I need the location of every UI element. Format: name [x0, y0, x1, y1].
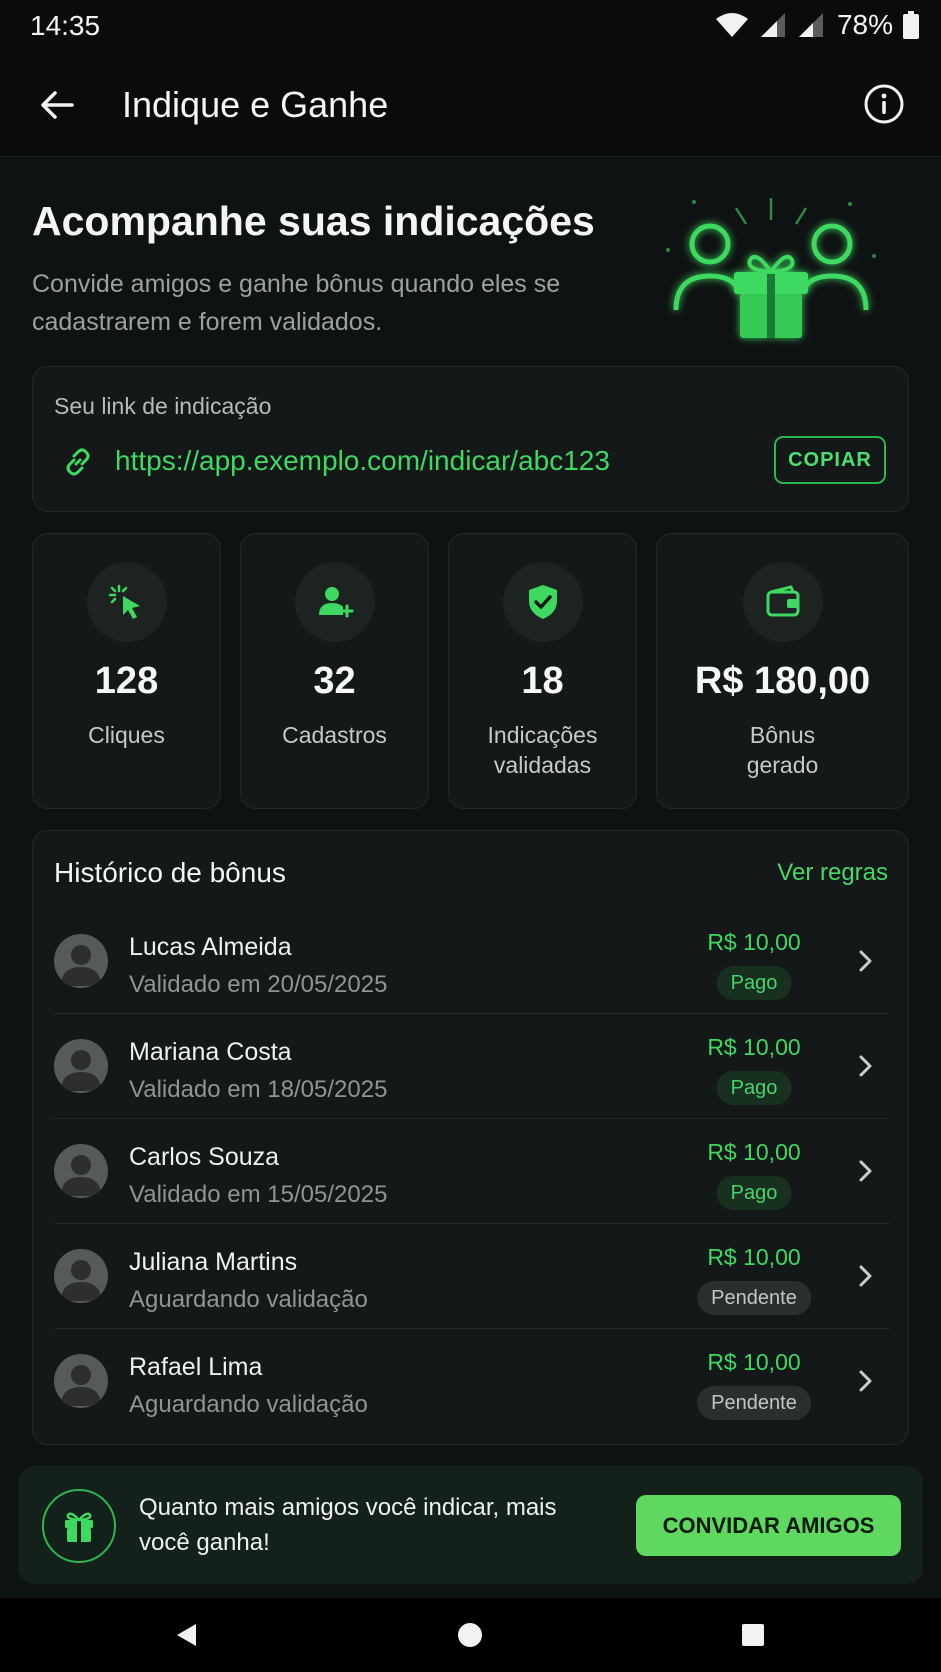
battery-percent: 78%: [836, 9, 893, 40]
referral-link-card: Seu link de indicação https://app.exempl…: [32, 366, 909, 512]
stat-icon-badge: [742, 562, 823, 642]
stat-label: Bônus gerado: [746, 722, 819, 778]
referral-link-label: Seu link de indicação: [54, 393, 272, 419]
nav-back-icon[interactable]: [170, 1618, 204, 1652]
status-wrap: Pendente: [694, 1329, 814, 1434]
stat-icon-badge: [86, 562, 167, 642]
history-row[interactable]: Lucas Almeida Validado em 20/05/2025 R$ …: [54, 909, 889, 1014]
history-name: Lucas Almeida: [129, 933, 292, 961]
avatar: [54, 934, 108, 988]
stat-card-signups: 32 Cadastros: [240, 533, 429, 809]
user-add-icon: [318, 587, 353, 618]
status-bar: 14:35 78%: [0, 0, 941, 52]
status-wrap: Pendente: [694, 1224, 814, 1329]
stat-value: R$ 180,00: [694, 660, 871, 702]
user-icon: [61, 1365, 101, 1406]
chevron-right-icon: [859, 950, 872, 972]
referral-gift-illustration: [666, 198, 876, 338]
status-badge: Pendente: [697, 1386, 811, 1420]
arrow-left-icon: [41, 91, 74, 119]
status-wrap: Pago: [694, 1119, 814, 1224]
stat-icon-badge: [502, 562, 583, 642]
history-name: Mariana Costa: [129, 1038, 292, 1066]
history-row[interactable]: Rafael Lima Aguardando validação R$ 10,0…: [54, 1329, 889, 1434]
stat-label: Cliques: [88, 722, 165, 748]
battery-icon: [903, 11, 919, 39]
nav-recents-icon[interactable]: [736, 1618, 770, 1652]
signal-icon-2: [798, 13, 823, 37]
chevron-right-icon: [859, 1370, 872, 1392]
stat-card-clicks: 128 Cliques: [32, 533, 221, 809]
stat-label: Cadastros: [282, 722, 387, 748]
stat-value: 18: [521, 660, 564, 702]
nav-home-icon[interactable]: [453, 1618, 487, 1652]
copy-link-button[interactable]: COPIAR: [774, 436, 886, 484]
back-button[interactable]: [34, 82, 80, 128]
shield-check-icon: [528, 585, 557, 619]
hero-title: Acompanhe suas indicações: [32, 198, 595, 244]
chevron-right-icon: [859, 1055, 872, 1077]
stat-card-validated: 18 Indicações validadas: [448, 533, 637, 809]
user-icon: [61, 1260, 101, 1301]
invite-banner: Quanto mais amigos você indicar, mais vo…: [18, 1466, 923, 1584]
status-badge: Pago: [716, 1176, 792, 1210]
history-row[interactable]: Carlos Souza Validado em 15/05/2025 R$ 1…: [54, 1119, 889, 1224]
history-subtitle: Validado em 20/05/2025: [129, 971, 388, 998]
history-name: Juliana Martins: [129, 1248, 298, 1276]
info-button[interactable]: [861, 81, 907, 127]
avatar: [54, 1039, 108, 1093]
status-time: 14:35: [30, 10, 101, 41]
referral-link-url[interactable]: https://app.exemplo.com/indicar/abc123: [115, 445, 610, 477]
status-wrap: Pago: [694, 909, 814, 1014]
status-badge: Pago: [716, 1071, 792, 1105]
avatar: [54, 1144, 108, 1198]
chevron-right-icon: [859, 1160, 872, 1182]
stat-value: 32: [313, 660, 356, 702]
info-icon: [864, 84, 904, 124]
status-badge: Pendente: [697, 1281, 811, 1315]
avatar: [54, 1354, 108, 1408]
stat-label: Indicações validadas: [487, 722, 598, 778]
user-icon: [61, 1155, 101, 1196]
history-name: Rafael Lima: [129, 1353, 263, 1381]
page-title: Indique e Ganhe: [122, 84, 389, 125]
cursor-click-icon: [108, 584, 140, 619]
status-icons: 78%: [715, 9, 919, 41]
gift-icon: [65, 1512, 93, 1542]
link-icon: [66, 448, 90, 476]
view-rules-link[interactable]: Ver regras: [777, 859, 888, 887]
history-subtitle: Aguardando validação: [129, 1286, 368, 1313]
history-subtitle: Validado em 18/05/2025: [129, 1076, 388, 1103]
history-subtitle: Aguardando validação: [129, 1391, 368, 1418]
banner-text: Quanto mais amigos você indicar, mais vo…: [139, 1494, 557, 1556]
screen: 14:35 78% Indique e Ganhe Acompanhe suas…: [0, 0, 941, 1672]
user-icon: [61, 1050, 101, 1091]
bonus-history-card: Histórico de bônus Ver regras Lucas Alme…: [32, 830, 909, 1445]
gift-badge: [42, 1489, 116, 1563]
system-nav-bar: [0, 1598, 941, 1672]
stat-card-bonus: R$ 180,00 Bônus gerado: [656, 533, 909, 809]
avatar: [54, 1249, 108, 1303]
history-row[interactable]: Mariana Costa Validado em 18/05/2025 R$ …: [54, 1014, 889, 1119]
invite-friends-button[interactable]: CONVIDAR AMIGOS: [636, 1495, 901, 1556]
history-subtitle: Validado em 15/05/2025: [129, 1181, 388, 1208]
hero-subtitle: Convide amigos e ganhe bônus quando eles…: [32, 270, 561, 336]
stat-icon-badge: [294, 562, 375, 642]
wifi-icon: [715, 13, 748, 37]
signal-icon: [760, 13, 785, 37]
app-bar: Indique e Ganhe: [0, 52, 941, 157]
user-icon: [61, 945, 101, 986]
history-row[interactable]: Juliana Martins Aguardando validação R$ …: [54, 1224, 889, 1329]
status-wrap: Pago: [694, 1014, 814, 1119]
chevron-right-icon: [859, 1265, 872, 1287]
wallet-icon: [766, 585, 799, 617]
status-badge: Pago: [716, 966, 792, 1000]
stat-value: 128: [94, 660, 159, 702]
history-name: Carlos Souza: [129, 1143, 280, 1171]
history-title: Histórico de bônus: [54, 857, 286, 888]
